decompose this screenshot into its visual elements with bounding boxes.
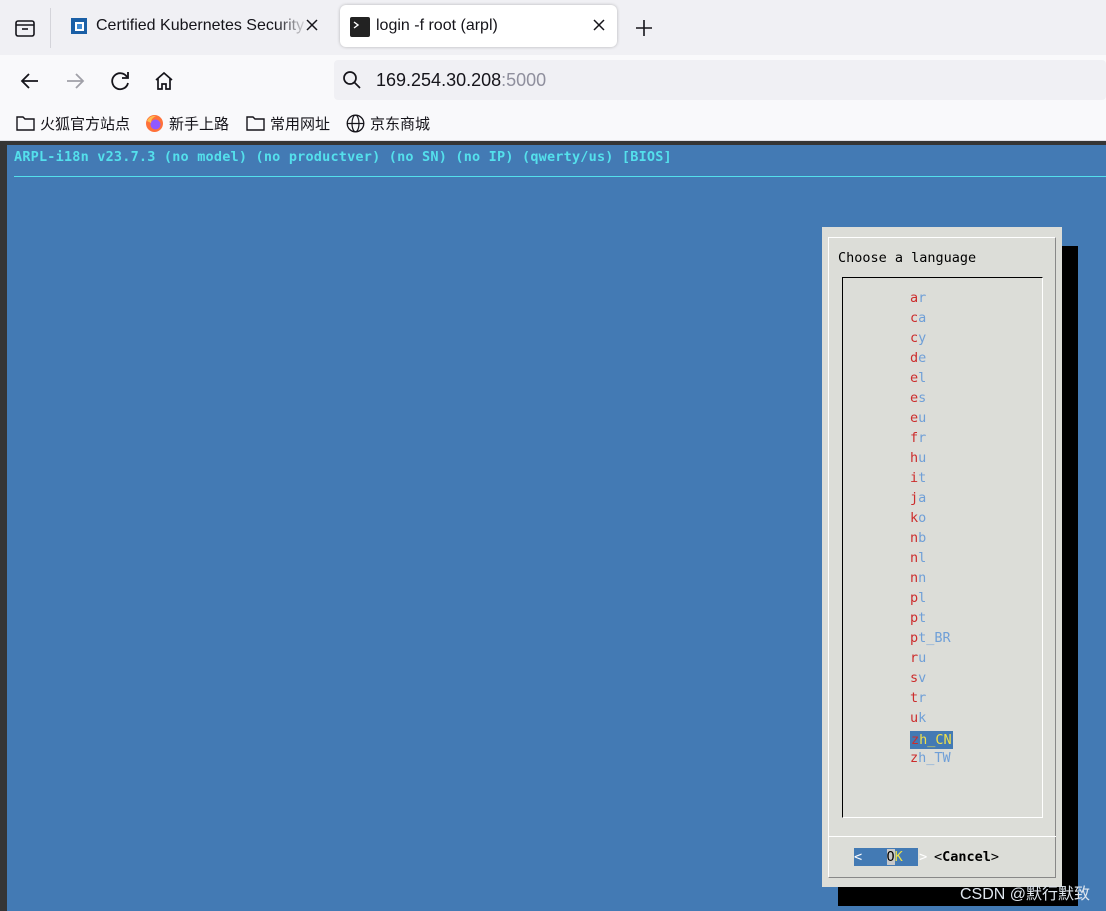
dialog-button-separator: [828, 836, 1056, 837]
dialog-title: Choose a language: [838, 250, 977, 266]
tab-title: Certified Kubernetes Security: [96, 17, 305, 34]
language-option[interactable]: pt_BR: [910, 631, 953, 651]
url-host: 169.254.30.208: [376, 70, 502, 90]
firefox-icon: [146, 114, 163, 132]
tab-list-icon[interactable]: [10, 14, 40, 42]
tab-kubernetes[interactable]: Certified Kubernetes Security: [60, 5, 330, 47]
terminal-favicon-icon: [350, 17, 370, 37]
csdn-watermark: CSDN @默行默致: [959, 886, 1090, 903]
language-option[interactable]: ca: [910, 311, 953, 331]
back-arrow-icon[interactable]: [14, 65, 46, 97]
language-option[interactable]: es: [910, 391, 953, 411]
language-option[interactable]: nb: [910, 531, 953, 551]
language-option[interactable]: uk: [910, 711, 953, 731]
search-icon: [342, 70, 362, 90]
bookmark-firefox-official[interactable]: 火狐官方站点: [16, 113, 130, 133]
folder-icon: [16, 116, 35, 131]
bookmark-common-sites[interactable]: 常用网址: [246, 113, 330, 133]
language-option[interactable]: tr: [910, 691, 953, 711]
language-option[interactable]: pt: [910, 611, 953, 631]
language-option[interactable]: fr: [910, 431, 953, 451]
language-option[interactable]: sv: [910, 671, 953, 691]
url-text[interactable]: 169.254.30.208:5000: [376, 70, 546, 91]
home-icon[interactable]: [148, 65, 180, 97]
bookmark-getting-started[interactable]: 新手上路: [145, 113, 229, 133]
bookmark-label: 京东商城: [370, 115, 431, 133]
language-option[interactable]: it: [910, 471, 953, 491]
bookmark-label: 常用网址: [270, 115, 331, 133]
kubernetes-favicon-icon: [70, 17, 88, 35]
language-option[interactable]: nn: [910, 571, 953, 591]
reload-icon[interactable]: [104, 65, 136, 97]
language-option[interactable]: ko: [910, 511, 953, 531]
language-option[interactable]: zh_TW: [910, 751, 953, 771]
bookmarks-toolbar: 火狐官方站点 新手上路 常用网址 京东商城: [0, 107, 1106, 141]
close-icon[interactable]: [304, 17, 320, 33]
bookmark-label: 火狐官方站点: [40, 115, 131, 133]
language-option[interactable]: ar: [910, 291, 953, 311]
tab-title: login -f root (arpl): [376, 17, 498, 34]
folder-icon: [246, 116, 265, 131]
globe-icon: [346, 114, 365, 132]
tab-strip: Certified Kubernetes Security login -f r…: [0, 0, 1106, 55]
terminal-status-header: ARPL-i18n v23.7.3 (no model) (no product…: [14, 149, 672, 165]
language-dialog: Choose a language ar ca cy de el es eu f…: [822, 227, 1062, 887]
navigation-bar: 169.254.30.208:5000: [0, 55, 1106, 107]
bookmark-jd-mall[interactable]: 京东商城: [346, 113, 430, 133]
tab-login-terminal[interactable]: login -f root (arpl): [340, 5, 617, 47]
language-option[interactable]: nl: [910, 551, 953, 571]
language-option[interactable]: ru: [910, 651, 953, 671]
tab-separator: [50, 8, 51, 48]
language-option[interactable]: cy: [910, 331, 953, 351]
language-option[interactable]: hu: [910, 451, 953, 471]
language-list[interactable]: ar ca cy de el es eu fr hu it ja ko nb n…: [910, 291, 953, 771]
language-option[interactable]: el: [910, 371, 953, 391]
forward-arrow-icon[interactable]: [59, 65, 91, 97]
cancel-button[interactable]: <Cancel>: [934, 848, 999, 866]
language-option[interactable]: eu: [910, 411, 953, 431]
bookmark-label: 新手上路: [169, 115, 230, 133]
close-icon[interactable]: [591, 17, 607, 33]
url-port: :5000: [501, 70, 547, 90]
language-option[interactable]: ja: [910, 491, 953, 511]
new-tab-plus-icon[interactable]: [630, 14, 658, 42]
terminal-header-rule: [14, 176, 1106, 177]
ok-button[interactable]: < OK >: [854, 848, 927, 866]
language-option[interactable]: de: [910, 351, 953, 371]
language-option-selected[interactable]: zh_CN: [910, 731, 953, 749]
url-bar[interactable]: 169.254.30.208:5000: [334, 60, 1106, 100]
language-option[interactable]: pl: [910, 591, 953, 611]
